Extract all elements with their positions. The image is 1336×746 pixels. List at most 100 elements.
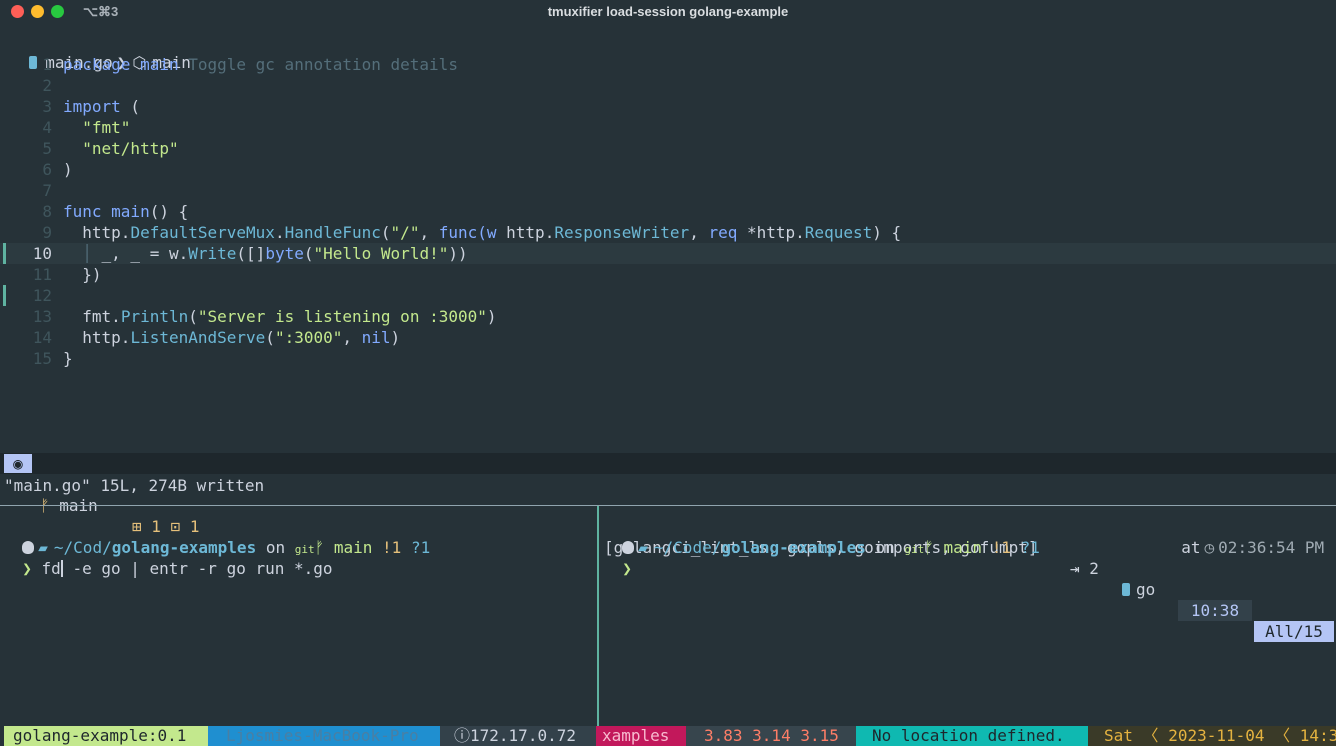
left-pane-dirty-count: !1 [382, 538, 402, 557]
pane-divider-vertical[interactable] [597, 506, 599, 726]
line-number: 8 [42, 202, 52, 221]
code-token: nil [361, 328, 391, 347]
line-number: 5 [42, 139, 52, 158]
code-text[interactable]: http.ListenAndServe(":3000", nil) [63, 327, 400, 348]
right-pane-prompt-header: ▰ ~/Code/golang-examples on gitᚠ main !1 … [603, 516, 1040, 557]
code-text[interactable]: ) [63, 159, 73, 180]
info-icon: ⓘ [454, 726, 471, 745]
code-text[interactable]: "fmt" [63, 117, 130, 138]
code-token: "fmt" [82, 118, 131, 137]
tmux-ip: ⓘ172.17.0.72 [440, 726, 596, 746]
code-token: . [795, 223, 805, 242]
line-number: 10 [32, 244, 52, 263]
left-pane-branch: main [333, 538, 373, 557]
code-text[interactable]: func main() { [63, 201, 188, 222]
window-title: tmuxifier load-session golang-example [547, 4, 789, 19]
left-pane-command-part1[interactable]: fd [42, 559, 61, 578]
line-number: 3 [42, 97, 52, 116]
statusline-filetype: go [1122, 579, 1155, 600]
code-token: . [111, 307, 121, 326]
code-text[interactable]: │ _, _ = w.Write([]byte("Hello World!")) [63, 243, 467, 264]
tmux-directory: xamples [596, 726, 686, 746]
code-line[interactable]: 1 package main Toggle gc annotation detai… [0, 54, 1336, 75]
right-pane-directory: golang-examples [721, 538, 866, 557]
code-token: "Server is listening on :3000" [197, 307, 487, 326]
right-pane-dirty-count: !1 [991, 538, 1011, 557]
statusline-file-progress: All/15 [1254, 621, 1334, 642]
code-token: package [63, 55, 141, 74]
mode-indicator-icon: ◉ [4, 454, 32, 473]
editor-statusline: ◉ ᚠ main ⊞ 1 ⊡ 1 [golangci_lint_ls, gopl… [0, 453, 1336, 642]
code-line[interactable]: 7 [0, 180, 1336, 201]
prompt-chevron-icon: ❯ [22, 559, 32, 578]
code-line[interactable]: 8 func main() { [0, 201, 1336, 222]
left-pane-command-part2[interactable]: -e go | entr -r go run *.go [63, 559, 332, 578]
line-number: 2 [42, 76, 52, 95]
code-token: DefaultServeMux [130, 223, 275, 242]
code-text[interactable]: import ( [63, 96, 140, 117]
statusline-indent: ⇥ 2 [1070, 559, 1099, 578]
code-token: http [63, 328, 121, 347]
tmux-hostname: Ljosmies-MacBook-Pro [208, 726, 440, 746]
left-pane-command-line[interactable]: ❯ fd -e go | entr -r go run *.go [3, 537, 332, 578]
code-line[interactable]: 10 │ _, _ = w.Write([]byte("Hello World!… [0, 243, 1336, 264]
code-token: ( [265, 328, 275, 347]
code-text[interactable]: "net/http" [63, 138, 178, 159]
line-number: 15 [32, 349, 52, 368]
tmux-session[interactable]: golang-example:0.1 [4, 726, 208, 746]
line-number: 1 [42, 55, 52, 74]
line-number: 4 [42, 118, 52, 137]
code-token: ":3000" [274, 328, 343, 347]
code-line[interactable]: 5 "net/http" [0, 138, 1336, 159]
code-text[interactable]: http.DefaultServeMux.HandleFunc("/", fun… [63, 222, 901, 243]
code-text[interactable]: } [63, 348, 73, 369]
tmux-status-bar: golang-example:0.1 Ljosmies-MacBook-Pro … [0, 726, 1336, 746]
folder-icon: ▰ [638, 538, 648, 557]
code-editor[interactable]: 1 package main Toggle gc annotation detai… [0, 54, 1336, 369]
right-pane-untracked-count: ?1 [1020, 538, 1040, 557]
code-line[interactable]: 3 import ( [0, 96, 1336, 117]
code-line[interactable]: 15} [0, 348, 1336, 369]
code-token: , [689, 223, 709, 242]
code-token: (w [477, 223, 507, 242]
code-token: ([] [236, 244, 266, 263]
left-pane-untracked-count: ?1 [410, 538, 431, 557]
code-line[interactable]: 9 http.DefaultServeMux.HandleFunc("/", f… [0, 222, 1336, 243]
code-line[interactable]: 2 [0, 75, 1336, 96]
code-text[interactable]: }) [63, 264, 102, 285]
code-token: ) [63, 160, 73, 179]
code-line[interactable]: 12 [0, 285, 1336, 306]
breadcrumb: main.go ❯ ⬡ main [10, 34, 191, 72]
right-pane-time: 02:36:54 PM [1218, 538, 1325, 557]
title-bar: ⌥⌘3 tmuxifier load-session golang-exampl… [0, 0, 1336, 24]
code-line[interactable]: 4 "fmt" [0, 117, 1336, 138]
code-token: http [506, 223, 545, 242]
code-line[interactable]: 11 }) [0, 264, 1336, 285]
code-line[interactable]: 6) [0, 159, 1336, 180]
pane-divider-horizontal[interactable] [0, 505, 1336, 506]
code-token: func [438, 223, 478, 242]
code-token: ListenAndServe [130, 328, 266, 347]
clock-icon: ◷ [1204, 538, 1215, 557]
code-token: byte [265, 244, 304, 263]
go-file-icon [1122, 583, 1130, 596]
code-line[interactable]: 14 http.ListenAndServe(":3000", nil) [0, 327, 1336, 348]
right-pane-command-line[interactable]: ❯ [603, 537, 632, 578]
code-token: ) [486, 307, 497, 326]
left-pane-prompt-header: ▰ ~/Cod/golang-examples on gitᚠ main !1 ?… [3, 516, 430, 557]
code-token: import [63, 97, 121, 116]
tmux-load-average: 3.83 3.14 3.15 [686, 726, 856, 746]
code-token: *http [737, 223, 796, 242]
code-text[interactable]: fmt.Println("Server is listening on :300… [63, 306, 497, 327]
code-token: }) [63, 265, 102, 284]
code-token: ( [120, 97, 141, 116]
tmux-datetime: Sat 〈 2023-11-04 〈 14:3 [1088, 726, 1336, 746]
code-token: Println [120, 307, 189, 326]
line-number: 14 [32, 328, 52, 347]
command-line-message: "main.go" 15L, 274B written [4, 476, 265, 495]
code-token: , [419, 223, 439, 242]
code-text[interactable]: package main Toggle gc annotation detail… [63, 54, 458, 75]
code-line[interactable]: 13 fmt.Println("Server is listening on :… [0, 306, 1336, 327]
code-token: . [544, 223, 555, 242]
